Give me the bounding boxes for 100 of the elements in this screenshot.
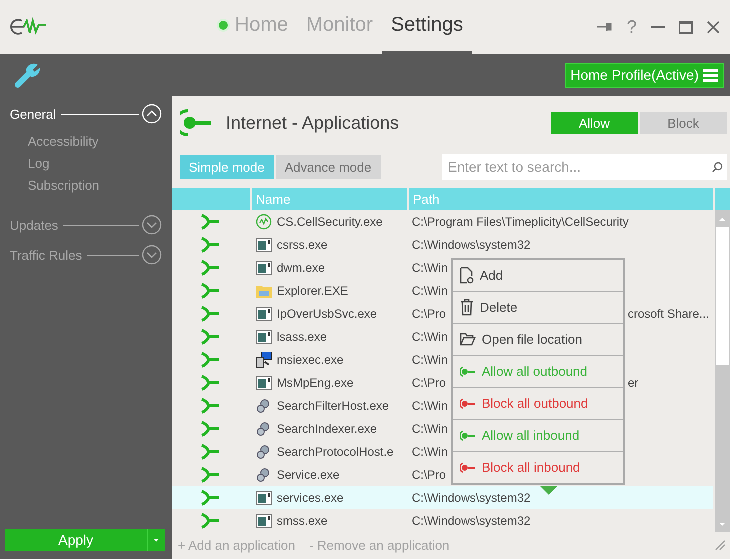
close-icon[interactable] [707,20,720,34]
connection-icon [200,236,220,252]
allow-icon [460,366,476,378]
table-cell: crosoft Share... [628,306,710,320]
file-add-icon [460,267,474,284]
help-button[interactable]: ? [626,16,637,38]
search-icon [712,162,723,172]
gears-icon [256,444,272,458]
table-cell[interactable]: msiexec.exe [277,352,344,366]
trash-icon [460,299,474,316]
connection-icon [200,490,220,506]
window-icon [256,306,272,320]
pointer-icon [540,486,558,495]
connection-icon [200,306,220,322]
search-field[interactable]: Enter text to search... [442,154,727,180]
page-title: Internet - Applications [226,112,400,134]
menu-item[interactable]: Add [453,260,623,291]
allow-icon [460,430,476,442]
maximize-icon[interactable] [679,20,693,34]
connection-icon [200,420,220,436]
connection-icon [200,282,220,298]
menu-icon [703,68,718,82]
connection-icon [200,398,220,414]
app-logo [8,17,48,37]
connection-icon [180,109,212,137]
table-cell[interactable]: Service.exe [277,468,340,482]
table-cell: C:\Windows\system32 [412,490,531,504]
table-cell[interactable]: SearchIndexer.exe [277,422,378,436]
search-input[interactable]: Enter text to search... [446,158,712,176]
table-cell: C:\Win [412,330,448,344]
table-cell[interactable]: csrss.exe [277,238,328,252]
sidebar-item[interactable]: Accessibility [0,131,172,153]
table-cell: C:\Win [412,352,448,366]
connection-icon [200,466,220,482]
connection-icon [200,214,220,230]
table-cell[interactable]: SearchFilterHost.exe [277,398,390,412]
table-cell[interactable]: Explorer.EXE [277,284,348,298]
installer-icon [256,352,272,368]
sidebar-item[interactable]: Subscription [0,175,172,197]
header-cell [715,188,730,210]
table-cell: er [628,376,639,390]
collapse-icon[interactable] [142,104,162,124]
pin-icon[interactable] [596,22,613,32]
table-cell: C:\Pro [412,376,446,390]
footer-link[interactable]: + Add an application [178,538,296,552]
sidebar-section[interactable]: General [10,106,56,122]
table-cell: C:\Windows\system32 [412,238,531,252]
sidebar-section[interactable]: Updates [10,218,58,232]
table-cell: C:\Pro [412,306,446,320]
window-icon [256,238,272,252]
table-cell[interactable]: IpOverUsbSvc.exe [277,306,378,320]
menu-item[interactable]: Allow all inbound [453,419,623,451]
sidebar-section[interactable]: Traffic Rules [10,248,82,262]
table-cell[interactable]: SearchProtocolHost.e [277,444,394,458]
block-icon [460,398,476,410]
caret-icon [154,538,159,542]
profile-menu-button[interactable]: Home Profile(Active) [564,62,724,88]
expand-icon[interactable] [142,245,162,265]
menu-item[interactable]: Delete [453,291,623,323]
window-icon [256,330,272,344]
menu-item[interactable]: Block all inbound [453,451,623,483]
expand-icon[interactable] [142,215,162,235]
table-cell[interactable]: services.exe [277,490,344,504]
toggle-button[interactable]: Allow [551,112,638,134]
table-cell[interactable]: CS.CellSecurity.exe [277,214,383,228]
table-cell[interactable]: dwm.exe [277,260,326,274]
gears-icon [256,468,272,482]
menu-item[interactable]: Allow all outbound [453,355,623,387]
table-cell: C:\Win [412,422,448,436]
scrollbar[interactable] [715,210,730,532]
sidebar-item[interactable]: Log [0,153,172,175]
window-icon [256,490,272,504]
resize-grip-icon[interactable] [715,540,726,550]
gears-icon [256,422,272,436]
block-icon [460,462,476,474]
gears-icon [256,398,272,412]
nav-tab[interactable]: Monitor [297,0,382,54]
table-cell: C:\Win [412,444,448,458]
table-cell: C:\Pro [412,468,446,482]
logo-icon [256,214,272,230]
table-cell: C:\Win [412,260,448,274]
table-cell[interactable]: MsMpEng.exe [277,376,354,390]
table-cell: C:\Program Files\Timeplicity\CellSecurity [412,214,629,228]
connection-icon [200,444,220,460]
footer-link[interactable]: - Remove an application [309,538,450,552]
wrench-icon [14,61,42,89]
window-icon [256,376,272,390]
nav-tab[interactable]: Home [208,0,298,54]
menu-item[interactable]: Block all outbound [453,387,623,419]
table-cell[interactable]: lsass.exe [277,330,328,344]
folder-icon [460,333,476,346]
window-icon [256,260,272,274]
table-cell[interactable]: smss.exe [277,514,328,528]
toggle-button[interactable]: Block [640,112,727,134]
connection-icon [200,374,220,390]
window-icon [256,514,272,528]
menu-item[interactable]: Open file location [453,323,623,355]
connection-icon [200,328,220,344]
mode-tab[interactable]: Advance mode [276,155,381,179]
connection-icon [200,260,220,276]
